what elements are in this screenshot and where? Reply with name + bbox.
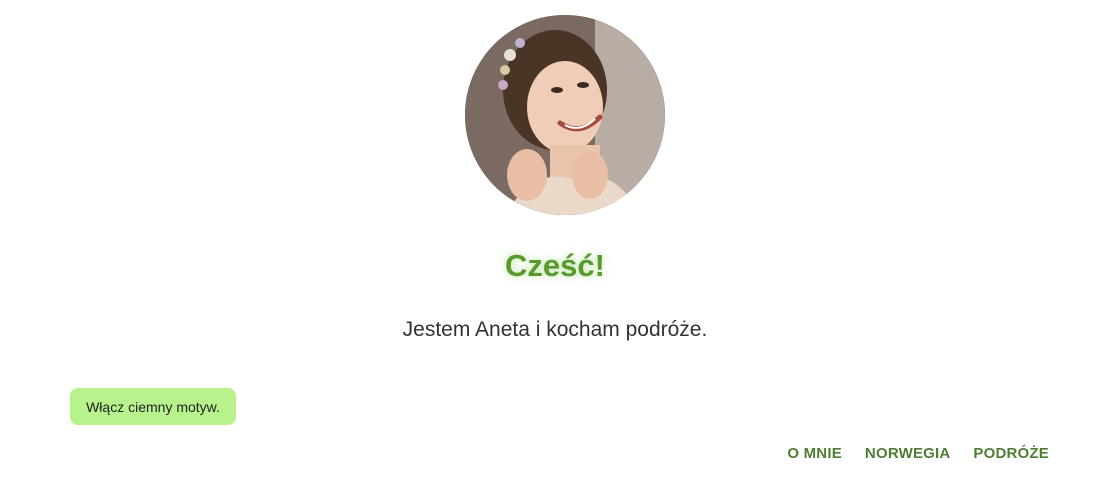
page-title: Cześć! — [505, 248, 605, 283]
main-nav: O MNIE NORWEGIA PODRÓŻE — [787, 445, 1049, 462]
avatar — [465, 15, 665, 215]
nav-item-about[interactable]: O MNIE — [787, 445, 842, 462]
intro-text: Jestem Aneta i kocham podróże. — [402, 318, 708, 341]
nav-item-norway[interactable]: NORWEGIA — [865, 445, 951, 462]
portrait-photo-icon — [465, 15, 665, 215]
dark-theme-toggle-button[interactable]: Włącz ciemny motyw. — [70, 388, 236, 425]
nav-item-travels[interactable]: PODRÓŻE — [973, 445, 1049, 462]
